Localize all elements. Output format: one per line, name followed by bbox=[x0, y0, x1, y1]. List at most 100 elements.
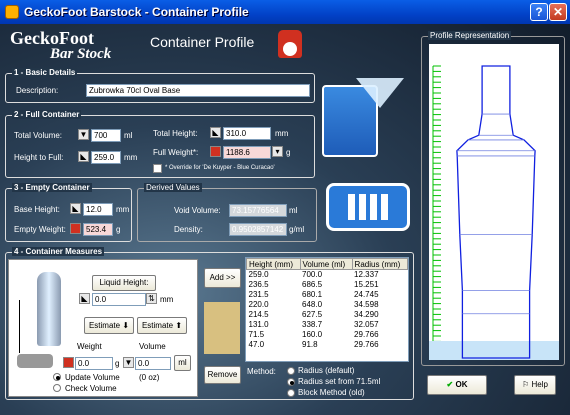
profile-liquid-level bbox=[429, 341, 559, 360]
base-height-field[interactable]: 12.0 bbox=[83, 203, 113, 216]
derived-values-legend: Derived Values bbox=[144, 183, 202, 192]
help-button[interactable]: ⚐ Help bbox=[514, 375, 556, 395]
table-cell: 220.0 bbox=[248, 300, 269, 309]
funnel-icon: ▼ bbox=[123, 357, 134, 368]
title-bar: GeckoFoot Barstock - Container Profile ?… bbox=[0, 0, 570, 24]
add-button[interactable]: Add >> bbox=[204, 268, 241, 288]
table-cell: 700.0 bbox=[302, 270, 323, 280]
total-volume-unit: ml bbox=[124, 131, 133, 140]
table-row[interactable]: 131.0 338.7 32.057 bbox=[247, 320, 408, 330]
density-unit: g/ml bbox=[289, 225, 305, 234]
weighing-scale-icon bbox=[278, 30, 302, 58]
height-to-fill-label: Height to Full: bbox=[14, 153, 64, 162]
table-row[interactable]: 47.0 91.8 29.766 bbox=[247, 340, 408, 350]
description-label: Description: bbox=[16, 86, 59, 95]
table-row[interactable]: 231.5 680.1 24.745 bbox=[247, 290, 408, 300]
scale-icon bbox=[210, 146, 221, 157]
logo-subtext: Bar Stock bbox=[50, 46, 112, 62]
height-to-fill-unit: mm bbox=[124, 153, 138, 162]
basic-details-group: 1 - Basic Details Description: Zubrowka … bbox=[5, 68, 315, 103]
close-button[interactable]: ✕ bbox=[549, 3, 567, 21]
table-row[interactable]: 214.5 627.5 34.290 bbox=[247, 310, 408, 320]
method-radio-radius-set[interactable] bbox=[287, 378, 295, 386]
derived-values-group: Derived Values Void Volume: 73.15776564 … bbox=[137, 183, 317, 242]
liquid-height-button[interactable]: Liquid Height: bbox=[92, 275, 156, 291]
help-icon: ⚐ bbox=[522, 380, 530, 389]
table-header[interactable]: Volume (ml) bbox=[299, 258, 353, 270]
update-volume-label: Update Volume bbox=[65, 373, 120, 382]
description-field[interactable]: Zubrowka 70cl Oval Base bbox=[86, 84, 310, 97]
total-height-unit: mm bbox=[275, 129, 289, 138]
ruler-icon: ◣ bbox=[78, 151, 89, 162]
bottle-image bbox=[37, 272, 61, 346]
table-cell: 29.766 bbox=[354, 340, 379, 349]
volume-field[interactable]: 0.0 bbox=[135, 357, 171, 370]
void-volume-field: 73.15776564 bbox=[229, 204, 287, 217]
table-cell: 29.766 bbox=[354, 330, 379, 339]
empty-weight-unit: g bbox=[116, 225, 121, 234]
table-row[interactable]: 71.5 160.0 29.766 bbox=[247, 330, 408, 340]
table-header[interactable]: Radius (mm) bbox=[351, 258, 409, 270]
table-row[interactable]: 236.5 686.5 15.251 bbox=[247, 280, 408, 290]
window-title: GeckoFoot Barstock - Container Profile bbox=[24, 5, 249, 19]
empty-weight-field[interactable]: 523.4 bbox=[83, 223, 113, 236]
base-height-unit: mm bbox=[116, 205, 130, 214]
full-container-group: 2 - Full Container Total Volume: ▼ 700 m… bbox=[5, 110, 315, 178]
gecko-app-icon bbox=[5, 5, 19, 19]
table-cell: 34.290 bbox=[354, 310, 379, 319]
void-volume-unit: ml bbox=[289, 206, 298, 215]
total-volume-field[interactable]: 700 bbox=[91, 129, 121, 142]
total-height-label: Total Height: bbox=[153, 129, 198, 138]
container-measures-group: 4 - Container Measures Liquid Height: ◣ … bbox=[5, 247, 414, 400]
override-note: * Override for 'De Kuyper - Blue Curacao… bbox=[165, 165, 275, 171]
table-cell: 15.251 bbox=[354, 280, 379, 289]
ok-button[interactable]: ✔ OK bbox=[427, 375, 487, 395]
table-row[interactable]: 259.0 700.0 12.337 bbox=[247, 270, 408, 280]
liquid-height-field[interactable]: 0.0 bbox=[92, 293, 146, 306]
remove-button[interactable]: Remove bbox=[204, 366, 241, 384]
density-field: 0.9502857142 bbox=[229, 223, 287, 236]
table-cell: 214.5 bbox=[248, 310, 269, 319]
title-help-button[interactable]: ? bbox=[530, 3, 548, 21]
table-row[interactable]: 220.0 648.0 34.598 bbox=[247, 300, 408, 310]
estimate-down-button[interactable]: Estimate ⬇ bbox=[84, 317, 134, 334]
override-checkbox[interactable] bbox=[153, 164, 162, 173]
method-option-default: Radius (default) bbox=[298, 366, 355, 375]
table-cell: 648.0 bbox=[302, 300, 323, 309]
dropdown-icon[interactable]: ▾ bbox=[272, 146, 283, 157]
full-weight-field[interactable]: 1188.6 bbox=[223, 146, 271, 159]
method-radio-block[interactable] bbox=[287, 389, 295, 397]
funnel-icon: ▼ bbox=[78, 129, 89, 140]
method-radio-default[interactable] bbox=[287, 367, 295, 375]
weight-unit: g bbox=[115, 359, 120, 368]
weight-label: Weight bbox=[77, 342, 102, 351]
total-height-field[interactable]: 310.0 bbox=[223, 127, 271, 140]
table-cell: 259.0 bbox=[248, 270, 269, 280]
volume-unit-button[interactable]: ml bbox=[174, 355, 191, 371]
estimate-up-button[interactable]: Estimate ⬆ bbox=[137, 317, 187, 334]
table-cell: 34.598 bbox=[354, 300, 379, 309]
liquid-height-spinner[interactable]: ⇅ bbox=[146, 293, 157, 304]
ruler-icon: ◣ bbox=[79, 293, 90, 304]
method-option-radius-set: Radius set from 71.5ml bbox=[298, 377, 381, 386]
base-height-label: Base Height: bbox=[14, 205, 60, 214]
ruler-icon: ◣ bbox=[70, 203, 81, 214]
table-cell: 680.1 bbox=[302, 290, 323, 299]
scale-icon bbox=[70, 223, 81, 234]
density-label: Density: bbox=[174, 225, 203, 234]
table-cell: 32.057 bbox=[354, 320, 379, 329]
table-cell: 47.0 bbox=[248, 340, 265, 349]
height-to-fill-field[interactable]: 259.0 bbox=[91, 151, 121, 164]
table-cell: 231.5 bbox=[248, 290, 269, 299]
update-volume-radio[interactable] bbox=[53, 373, 61, 381]
check-volume-radio[interactable] bbox=[53, 384, 61, 392]
method-option-block: Block Method (old) bbox=[298, 388, 365, 397]
profile-representation bbox=[429, 44, 559, 360]
measures-table[interactable]: Height (mm) Volume (ml) Radius (mm) 259.0 7… bbox=[245, 257, 409, 362]
table-cell: 131.0 bbox=[248, 320, 269, 329]
profile-legend: Profile Representation bbox=[428, 31, 512, 40]
weight-field[interactable]: 0.0 bbox=[75, 357, 113, 370]
ruler-icon: ◣ bbox=[210, 127, 221, 138]
basic-details-legend: 1 - Basic Details bbox=[12, 68, 78, 77]
table-header[interactable]: Height (mm) bbox=[246, 258, 301, 270]
